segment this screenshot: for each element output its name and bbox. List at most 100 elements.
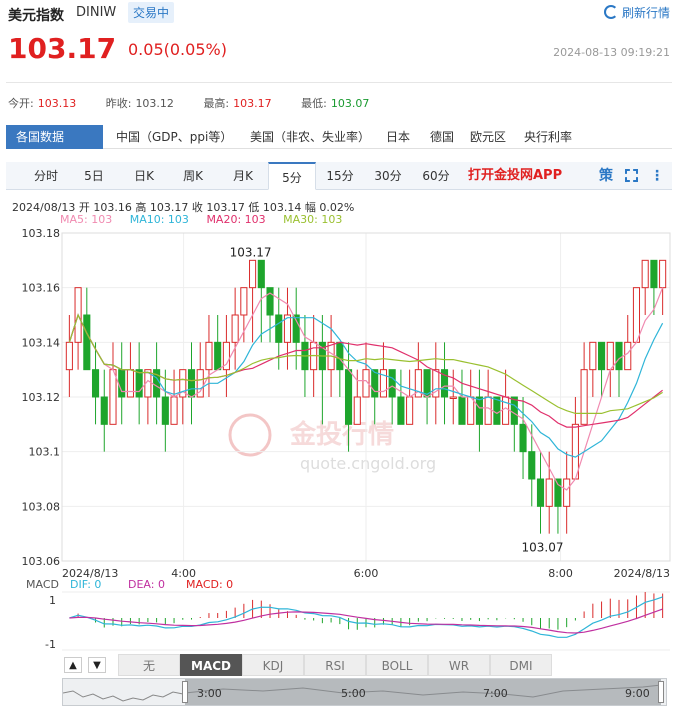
indicator-wr[interactable]: WR: [428, 654, 490, 676]
dif-line: [69, 596, 663, 638]
candle-down: [371, 369, 379, 398]
candle-down: [493, 396, 501, 425]
instrument-title: 美元指数: [8, 8, 64, 24]
macd-y-tick: 1: [49, 594, 56, 607]
indicator-boll[interactable]: BOLL: [366, 654, 428, 676]
more-icon[interactable]: ⋮: [650, 168, 664, 184]
candle-down: [336, 341, 344, 371]
indicator-dmi[interactable]: DMI: [490, 654, 552, 676]
candle-down: [344, 369, 353, 425]
candle-up: [379, 369, 388, 398]
indicator-rsi[interactable]: RSI: [304, 654, 366, 676]
chart-tools: 策 ⋮: [599, 162, 664, 190]
fullscreen-icon[interactable]: [625, 169, 638, 182]
candle-down: [554, 478, 562, 507]
candle-down: [275, 314, 283, 343]
candle-down: [510, 396, 518, 425]
tab-15min[interactable]: 15分: [318, 162, 362, 190]
y-tick-label: 103.08: [22, 500, 61, 513]
indicator-none[interactable]: 无: [118, 654, 180, 676]
candle-down: [161, 396, 169, 425]
candle-down: [100, 396, 108, 425]
candle-down: [458, 396, 466, 425]
candle-down: [187, 369, 196, 398]
open-app-link[interactable]: 打开金投网APP: [468, 162, 562, 190]
candle-down: [528, 451, 536, 480]
candle-up: [406, 396, 414, 425]
macd-y-tick: -1: [45, 638, 56, 651]
candle-down: [397, 396, 405, 425]
candle-up: [205, 341, 213, 371]
tab-eurozone[interactable]: 欧元区: [470, 125, 506, 149]
candle-down: [519, 423, 527, 453]
watermark-logo: [228, 413, 272, 457]
candle-up: [467, 396, 475, 425]
tab-germany[interactable]: 德国: [430, 125, 454, 149]
navigator-label: 5:00: [341, 687, 366, 700]
category-tabs: 各国数据 中国（GDP、ppi等） 美国（非农、失业率） 日本 德国 欧元区 央…: [6, 125, 672, 149]
stat-low: 最低: 103.07: [301, 97, 370, 110]
tab-5min[interactable]: 5分: [268, 162, 316, 190]
candle-down: [292, 314, 300, 343]
tab-japan[interactable]: 日本: [386, 125, 410, 149]
period-tabs: 分时 5日 日K 周K 月K 5分 15分 30分 60分 打开金投网APP 策…: [6, 162, 672, 190]
instrument-code: DINIW: [76, 5, 117, 20]
candle-down: [650, 259, 658, 289]
candle-up: [484, 396, 492, 425]
candle-down: [135, 369, 143, 398]
navigator-window[interactable]: [185, 679, 661, 705]
candle-up: [170, 396, 178, 425]
strategy-icon[interactable]: 策: [599, 168, 613, 184]
current-price: 103.17: [8, 32, 117, 65]
candle-up: [353, 396, 361, 425]
macd-chart[interactable]: MACD DIF: 0 DEA: 0 MACD: 0 1 -1: [0, 578, 678, 654]
refresh-button[interactable]: 刷新行情: [603, 4, 670, 21]
y-tick-label: 103.16: [22, 282, 61, 295]
y-tick-label: 103.18: [22, 227, 61, 240]
candle-up: [606, 341, 614, 371]
candlestick-chart[interactable]: 金投行情 quote.cngold.org 103.18 103.16 103.14 10…: [0, 225, 678, 580]
tab-usa[interactable]: 美国（非农、失业率）: [250, 125, 370, 149]
candle-down: [118, 369, 126, 398]
candle-up: [589, 341, 597, 371]
quote-timestamp: 2024-08-13 09:19:21: [553, 46, 670, 59]
navigator-right-handle[interactable]: [658, 681, 664, 703]
tab-global-data[interactable]: 各国数据: [6, 125, 103, 149]
candle-down: [83, 314, 91, 371]
tab-central-bank-rates[interactable]: 央行利率: [524, 125, 572, 149]
candle-up: [563, 478, 571, 507]
candle-up: [502, 396, 510, 425]
watermark-url: quote.cngold.org: [300, 454, 436, 473]
indicator-kdj[interactable]: KDJ: [242, 654, 304, 676]
macd-legend: MACD: 0: [186, 578, 233, 591]
divider: [6, 82, 672, 83]
candle-down: [536, 478, 545, 507]
tab-weekly-k[interactable]: 周K: [166, 162, 220, 190]
tab-china[interactable]: 中国（GDP、ppi等）: [116, 125, 232, 149]
candle-up: [109, 369, 117, 425]
navigator-label: 3:00: [197, 687, 222, 700]
tab-5day[interactable]: 5日: [66, 162, 122, 190]
y-tick-label: 103.12: [22, 391, 61, 404]
candle-up: [580, 369, 588, 425]
candle-down: [257, 259, 265, 289]
y-tick-label: 103.1: [29, 446, 61, 459]
watermark-brand: 金投行情: [289, 419, 394, 450]
tab-monthly-k[interactable]: 月K: [216, 162, 270, 190]
stat-open: 今开: 103.13: [8, 97, 77, 110]
indicator-macd[interactable]: MACD: [180, 654, 242, 676]
tab-daily-k[interactable]: 日K: [118, 162, 170, 190]
candle-up: [65, 341, 73, 371]
high-annotation: 103.17: [230, 245, 272, 259]
time-navigator[interactable]: 3:00 5:00 7:00 9:00: [62, 678, 667, 706]
macd-legend: DEA: 0: [128, 578, 165, 591]
macd-legend: DIF: 0: [70, 578, 101, 591]
stat-high: 最高: 103.17: [203, 97, 272, 110]
navigator-label: 7:00: [483, 687, 508, 700]
tab-30min[interactable]: 30分: [366, 162, 410, 190]
status-badge: 交易中: [128, 2, 175, 23]
candle-up: [240, 287, 248, 316]
tab-60min[interactable]: 60分: [414, 162, 458, 190]
stat-prev-close: 昨收: 103.12: [105, 97, 174, 110]
navigator-left-handle[interactable]: [182, 681, 188, 703]
